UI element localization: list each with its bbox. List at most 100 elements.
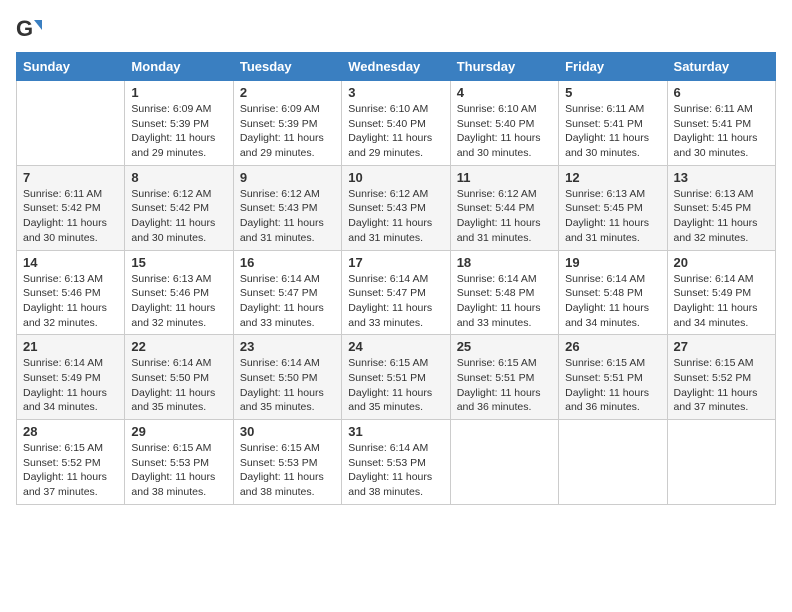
header-tuesday: Tuesday [233, 53, 341, 81]
day-info: Sunrise: 6:15 AM Sunset: 5:52 PM Dayligh… [674, 356, 769, 415]
calendar-cell: 4 Sunrise: 6:10 AM Sunset: 5:40 PM Daylig… [450, 81, 558, 166]
calendar-cell: 2Sunrise: 6:09 AM Sunset: 5:39 PM Daylig… [233, 81, 341, 166]
day-number: 3 [348, 85, 443, 100]
day-number: 25 [457, 339, 552, 354]
day-info: Sunrise: 6:15 AM Sunset: 5:53 PM Dayligh… [131, 441, 226, 500]
logo: G [16, 16, 48, 44]
day-info: Sunrise: 6:10 AM Sunset: 5:40 PM Dayligh… [457, 102, 552, 161]
header-thursday: Thursday [450, 53, 558, 81]
calendar-cell [17, 81, 125, 166]
header-row: SundayMondayTuesdayWednesdayThursdayFrid… [17, 53, 776, 81]
day-number: 13 [674, 170, 769, 185]
calendar-cell: 13 Sunrise: 6:13 AM Sunset: 5:45 PM Dayli… [667, 165, 775, 250]
calendar-cell: 15Sunrise: 6:13 AM Sunset: 5:46 PM Dayli… [125, 250, 233, 335]
calendar-cell: 24 Sunrise: 6:15 AM Sunset: 5:51 PM Dayli… [342, 335, 450, 420]
day-info: Sunrise: 6:12 AM Sunset: 5:42 PM Dayligh… [131, 187, 226, 246]
day-info: Sunrise: 6:13 AM Sunset: 5:45 PM Dayligh… [565, 187, 660, 246]
day-number: 28 [23, 424, 118, 439]
header-wednesday: Wednesday [342, 53, 450, 81]
day-info: Sunrise: 6:14 AM Sunset: 5:48 PM Dayligh… [565, 272, 660, 331]
calendar-cell: 6 Sunrise: 6:11 AM Sunset: 5:41 PM Daylig… [667, 81, 775, 166]
day-info: Sunrise: 6:13 AM Sunset: 5:45 PM Dayligh… [674, 187, 769, 246]
calendar-table: SundayMondayTuesdayWednesdayThursdayFrid… [16, 52, 776, 505]
day-number: 5 [565, 85, 660, 100]
calendar-cell: 5 Sunrise: 6:11 AM Sunset: 5:41 PM Daylig… [559, 81, 667, 166]
calendar-cell: 17 Sunrise: 6:14 AM Sunset: 5:47 PM Dayli… [342, 250, 450, 335]
day-info: Sunrise: 6:11 AM Sunset: 5:41 PM Dayligh… [565, 102, 660, 161]
calendar-cell: 11 Sunrise: 6:12 AM Sunset: 5:44 PM Dayli… [450, 165, 558, 250]
day-info: Sunrise: 6:14 AM Sunset: 5:50 PM Dayligh… [240, 356, 335, 415]
day-number: 7 [23, 170, 118, 185]
day-info: Sunrise: 6:15 AM Sunset: 5:51 PM Dayligh… [348, 356, 443, 415]
calendar-cell: 26 Sunrise: 6:15 AM Sunset: 5:51 PM Dayli… [559, 335, 667, 420]
header-friday: Friday [559, 53, 667, 81]
calendar-cell: 25 Sunrise: 6:15 AM Sunset: 5:51 PM Dayli… [450, 335, 558, 420]
week-row-2: 7 Sunrise: 6:11 AM Sunset: 5:42 PM Daylig… [17, 165, 776, 250]
week-row-5: 28 Sunrise: 6:15 AM Sunset: 5:52 PM Dayli… [17, 420, 776, 505]
svg-text:G: G [16, 16, 33, 41]
day-number: 30 [240, 424, 335, 439]
day-info: Sunrise: 6:12 AM Sunset: 5:43 PM Dayligh… [348, 187, 443, 246]
day-info: Sunrise: 6:15 AM Sunset: 5:53 PM Dayligh… [240, 441, 335, 500]
day-info: Sunrise: 6:14 AM Sunset: 5:49 PM Dayligh… [23, 356, 118, 415]
day-info: Sunrise: 6:14 AM Sunset: 5:49 PM Dayligh… [674, 272, 769, 331]
day-number: 4 [457, 85, 552, 100]
day-info: Sunrise: 6:14 AM Sunset: 5:47 PM Dayligh… [240, 272, 335, 331]
page-header: G [16, 16, 776, 44]
day-number: 11 [457, 170, 552, 185]
week-row-1: 1 Sunrise: 6:09 AM Sunset: 5:39 PM Daylig… [17, 81, 776, 166]
day-info: Sunrise: 6:12 AM Sunset: 5:44 PM Dayligh… [457, 187, 552, 246]
header-monday: Monday [125, 53, 233, 81]
day-info: Sunrise: 6:13 AM Sunset: 5:46 PM Dayligh… [23, 272, 118, 331]
day-number: 10 [348, 170, 443, 185]
day-info: Sunrise: 6:12 AM Sunset: 5:43 PM Dayligh… [240, 187, 335, 246]
calendar-cell [450, 420, 558, 505]
day-number: 24 [348, 339, 443, 354]
calendar-cell: 12Sunrise: 6:13 AM Sunset: 5:45 PM Dayli… [559, 165, 667, 250]
day-info: Sunrise: 6:15 AM Sunset: 5:51 PM Dayligh… [565, 356, 660, 415]
logo-icon: G [16, 16, 44, 44]
day-info: Sunrise: 6:15 AM Sunset: 5:51 PM Dayligh… [457, 356, 552, 415]
calendar-cell [559, 420, 667, 505]
calendar-cell: 23 Sunrise: 6:14 AM Sunset: 5:50 PM Dayli… [233, 335, 341, 420]
day-info: Sunrise: 6:14 AM Sunset: 5:47 PM Dayligh… [348, 272, 443, 331]
day-number: 26 [565, 339, 660, 354]
day-number: 16 [240, 255, 335, 270]
week-row-3: 14 Sunrise: 6:13 AM Sunset: 5:46 PM Dayli… [17, 250, 776, 335]
week-row-4: 21Sunrise: 6:14 AM Sunset: 5:49 PM Dayli… [17, 335, 776, 420]
day-number: 17 [348, 255, 443, 270]
header-sunday: Sunday [17, 53, 125, 81]
day-number: 27 [674, 339, 769, 354]
calendar-cell: 18Sunrise: 6:14 AM Sunset: 5:48 PM Dayli… [450, 250, 558, 335]
day-number: 1 [131, 85, 226, 100]
day-number: 19 [565, 255, 660, 270]
day-number: 15 [131, 255, 226, 270]
calendar-cell: 14 Sunrise: 6:13 AM Sunset: 5:46 PM Dayli… [17, 250, 125, 335]
day-info: Sunrise: 6:15 AM Sunset: 5:52 PM Dayligh… [23, 441, 118, 500]
day-number: 31 [348, 424, 443, 439]
header-saturday: Saturday [667, 53, 775, 81]
calendar-cell: 8Sunrise: 6:12 AM Sunset: 5:42 PM Daylig… [125, 165, 233, 250]
day-number: 20 [674, 255, 769, 270]
day-info: Sunrise: 6:11 AM Sunset: 5:41 PM Dayligh… [674, 102, 769, 161]
calendar-cell: 28 Sunrise: 6:15 AM Sunset: 5:52 PM Dayli… [17, 420, 125, 505]
calendar-cell: 21Sunrise: 6:14 AM Sunset: 5:49 PM Dayli… [17, 335, 125, 420]
day-number: 23 [240, 339, 335, 354]
day-info: Sunrise: 6:10 AM Sunset: 5:40 PM Dayligh… [348, 102, 443, 161]
calendar-cell: 20 Sunrise: 6:14 AM Sunset: 5:49 PM Dayli… [667, 250, 775, 335]
day-number: 14 [23, 255, 118, 270]
calendar-cell: 19 Sunrise: 6:14 AM Sunset: 5:48 PM Dayli… [559, 250, 667, 335]
day-number: 6 [674, 85, 769, 100]
calendar-cell: 27 Sunrise: 6:15 AM Sunset: 5:52 PM Dayli… [667, 335, 775, 420]
day-info: Sunrise: 6:09 AM Sunset: 5:39 PM Dayligh… [240, 102, 335, 161]
day-info: Sunrise: 6:11 AM Sunset: 5:42 PM Dayligh… [23, 187, 118, 246]
calendar-cell: 7 Sunrise: 6:11 AM Sunset: 5:42 PM Daylig… [17, 165, 125, 250]
calendar-cell: 29 Sunrise: 6:15 AM Sunset: 5:53 PM Dayli… [125, 420, 233, 505]
calendar-cell [667, 420, 775, 505]
calendar-cell: 22 Sunrise: 6:14 AM Sunset: 5:50 PM Dayli… [125, 335, 233, 420]
day-number: 22 [131, 339, 226, 354]
day-number: 9 [240, 170, 335, 185]
calendar-cell: 16 Sunrise: 6:14 AM Sunset: 5:47 PM Dayli… [233, 250, 341, 335]
day-number: 29 [131, 424, 226, 439]
day-info: Sunrise: 6:14 AM Sunset: 5:50 PM Dayligh… [131, 356, 226, 415]
